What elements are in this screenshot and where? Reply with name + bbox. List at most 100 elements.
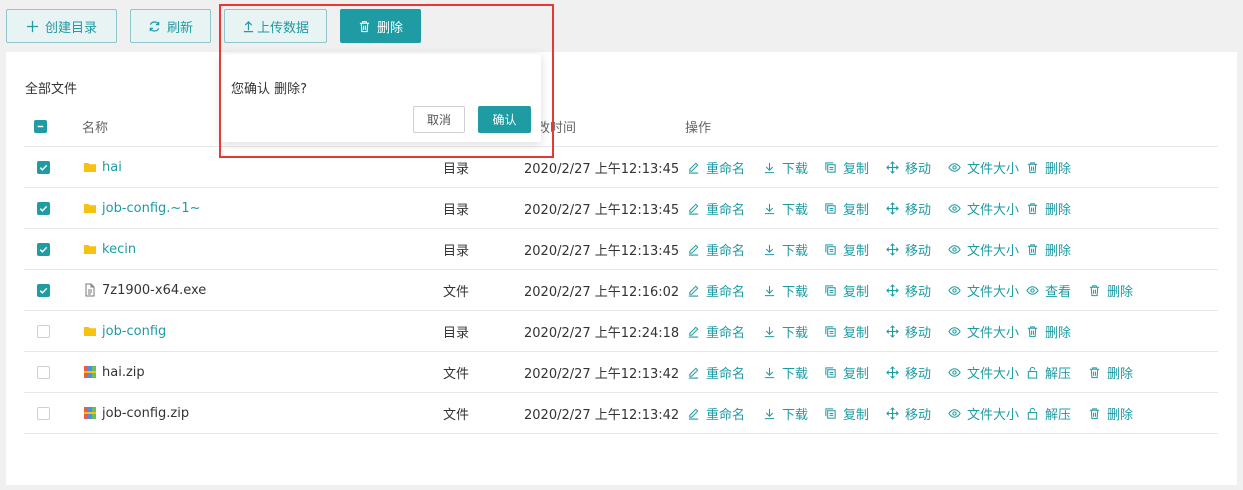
file-size-link[interactable]: 文件大小 (948, 311, 1019, 351)
move-link-label: 移动 (905, 325, 932, 341)
refresh-label: 刷新 (166, 19, 193, 35)
copy-link[interactable]: 复制 (824, 311, 869, 351)
table-row: job-config 目录 2020/2/27 上午12:24:18 重命名 下… (24, 311, 1218, 352)
upload-button[interactable]: 上传数据 (224, 9, 327, 43)
folder-icon (84, 163, 96, 172)
view-link-label: 查看 (1045, 284, 1072, 300)
view-link[interactable]: 查看 (1026, 270, 1071, 310)
file-name[interactable]: kecin (102, 242, 136, 257)
delete-link-label: 删除 (1107, 407, 1134, 423)
trash-icon (359, 20, 370, 32)
move-link[interactable]: 移动 (886, 147, 931, 187)
rename-link[interactable]: 重命名 (687, 147, 745, 187)
file-size-link[interactable]: 文件大小 (948, 229, 1019, 269)
select-all-checkbox[interactable] (34, 107, 47, 146)
file-size-link[interactable]: 文件大小 (948, 147, 1019, 187)
edit-icon (688, 326, 699, 338)
file-size-link[interactable]: 文件大小 (948, 352, 1019, 392)
file-size-link-label: 文件大小 (967, 366, 1020, 382)
file-size-link[interactable]: 文件大小 (948, 188, 1019, 228)
copy-link[interactable]: 复制 (824, 188, 869, 228)
eye-icon (948, 203, 961, 213)
lock-icon (1027, 366, 1038, 379)
download-icon (764, 203, 775, 214)
file-name[interactable]: job-config.~1~ (102, 201, 200, 216)
download-link[interactable]: 下载 (763, 229, 808, 269)
copy-link-label: 复制 (843, 284, 870, 300)
unzip-link[interactable]: 解压 (1026, 393, 1071, 433)
move-link[interactable]: 移动 (886, 393, 931, 433)
row-checkbox[interactable] (37, 147, 50, 187)
file-size-link[interactable]: 文件大小 (948, 270, 1019, 310)
row-checkbox[interactable] (37, 188, 50, 228)
rename-link-label: 重命名 (706, 366, 746, 382)
copy-link[interactable]: 复制 (824, 393, 869, 433)
rename-link[interactable]: 重命名 (687, 352, 745, 392)
file-name[interactable]: job-config (102, 324, 166, 339)
delete-link[interactable]: 删除 (1026, 311, 1071, 351)
check-icon (39, 246, 48, 253)
file-name-cell[interactable]: hai (83, 147, 122, 187)
header-name[interactable]: 名称 (82, 107, 108, 146)
download-link[interactable]: 下载 (763, 352, 808, 392)
archive-icon (84, 366, 96, 378)
breadcrumb[interactable]: 全部文件 (25, 78, 77, 97)
copy-link[interactable]: 复制 (824, 270, 869, 310)
folder-icon (84, 327, 96, 336)
copy-icon (825, 284, 836, 296)
refresh-button[interactable]: 刷新 (130, 9, 211, 43)
modified-time: 2020/2/27 上午12:13:42 (524, 407, 680, 423)
file-name[interactable]: hai (102, 160, 122, 175)
unzip-link[interactable]: 解压 (1026, 352, 1071, 392)
delete-button[interactable]: 删除 (340, 9, 421, 43)
move-link[interactable]: 移动 (886, 188, 931, 228)
download-link[interactable]: 下载 (763, 188, 808, 228)
move-link[interactable]: 移动 (886, 270, 931, 310)
download-link[interactable]: 下载 (763, 147, 808, 187)
row-checkbox[interactable] (37, 229, 50, 269)
delete-link[interactable]: 删除 (1088, 393, 1133, 433)
row-checkbox[interactable] (37, 393, 50, 433)
delete-link[interactable]: 删除 (1026, 229, 1071, 269)
download-icon (764, 408, 775, 419)
trash-icon (1089, 284, 1100, 296)
move-icon (886, 242, 899, 256)
file-name-cell[interactable]: kecin (83, 229, 136, 269)
delete-link[interactable]: 删除 (1088, 270, 1133, 310)
rename-link[interactable]: 重命名 (687, 270, 745, 310)
download-link[interactable]: 下载 (763, 270, 808, 310)
rename-link[interactable]: 重命名 (687, 311, 745, 351)
copy-link[interactable]: 复制 (824, 229, 869, 269)
download-link[interactable]: 下载 (763, 311, 808, 351)
file-name-cell[interactable]: job-config.~1~ (83, 188, 200, 228)
copy-link[interactable]: 复制 (824, 352, 869, 392)
file-size-link[interactable]: 文件大小 (948, 393, 1019, 433)
move-link[interactable]: 移动 (886, 352, 931, 392)
copy-link-label: 复制 (843, 407, 870, 423)
unzip-link-label: 解压 (1045, 366, 1072, 382)
download-link[interactable]: 下载 (763, 393, 808, 433)
row-checkbox[interactable] (37, 270, 50, 310)
rename-link[interactable]: 重命名 (687, 393, 745, 433)
row-checkbox[interactable] (37, 352, 50, 392)
move-link[interactable]: 移动 (886, 311, 931, 351)
move-icon (886, 201, 899, 215)
cancel-button[interactable]: 取消 (413, 106, 465, 133)
delete-link[interactable]: 删除 (1026, 188, 1071, 228)
row-checkbox[interactable] (37, 311, 50, 351)
table-row: hai.zip 文件 2020/2/27 上午12:13:42 重命名 下载 复… (24, 352, 1218, 393)
delete-link[interactable]: 删除 (1088, 352, 1133, 392)
file-name-cell[interactable]: job-config (83, 311, 166, 351)
modified-time: 2020/2/27 上午12:16:02 (524, 284, 680, 300)
confirm-button[interactable]: 确认 (478, 106, 531, 133)
create-directory-button[interactable]: 创建目录 (6, 9, 117, 43)
move-link-label: 移动 (905, 407, 932, 423)
eye-icon (948, 367, 961, 377)
copy-link[interactable]: 复制 (824, 147, 869, 187)
edit-icon (688, 244, 699, 256)
rename-link[interactable]: 重命名 (687, 229, 745, 269)
rename-link[interactable]: 重命名 (687, 188, 745, 228)
delete-link[interactable]: 删除 (1026, 147, 1071, 187)
eye-icon (948, 162, 961, 172)
move-link[interactable]: 移动 (886, 229, 931, 269)
